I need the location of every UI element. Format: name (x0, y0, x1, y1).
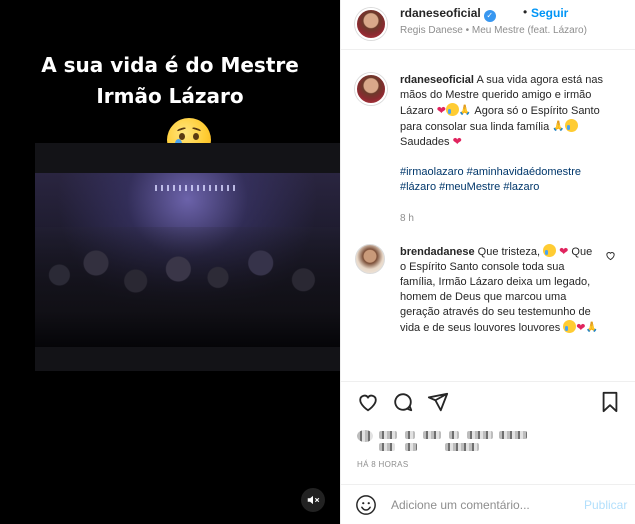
crying-face-emoji-icon (563, 320, 577, 333)
comment-bubble-icon[interactable] (392, 391, 414, 413)
post-actions: HÁ 8 HORAS Publicar (341, 381, 635, 524)
crying-face-emoji-icon (565, 119, 579, 132)
post-side-panel: rdaneseoficial ✓ • Seguir Regis Danese • … (340, 0, 635, 524)
author-avatar[interactable] (355, 8, 387, 40)
comment-text: brendadanese Que tristeza, ❤ Que o Espír… (400, 244, 600, 336)
verified-badge-icon: ✓ (483, 10, 496, 22)
mute-button[interactable] (301, 488, 325, 512)
media-caption-text: A sua vida é do Mestre Irmão Lázaro (0, 50, 340, 112)
media-caption-line-1: A sua vida é do Mestre (41, 53, 299, 77)
author-username[interactable]: rdaneseoficial ✓ (400, 6, 496, 22)
comment-text-part-1: Que tristeza, (477, 246, 541, 258)
share-paper-plane-icon[interactable] (427, 391, 449, 413)
save-bookmark-icon[interactable] (599, 391, 621, 413)
comment-input[interactable] (391, 495, 571, 515)
video-letterbox-top (35, 143, 340, 173)
author-username-text[interactable]: rdaneseoficial (400, 6, 481, 20)
speaker-muted-icon (307, 495, 320, 505)
comments-section[interactable]: rdaneseoficial A sua vida agora está nas… (341, 51, 635, 381)
comment-like-heart-icon[interactable] (605, 250, 616, 261)
emoji-smiley-icon[interactable] (355, 494, 377, 516)
video-frame[interactable] (35, 143, 340, 371)
praying-hands-icon (586, 320, 599, 335)
caption-username[interactable]: rdaneseoficial (400, 74, 474, 86)
post-header: rdaneseoficial ✓ • Seguir Regis Danese • … (341, 0, 635, 50)
red-heart-icon: ❤ (576, 322, 586, 334)
add-comment-bar: Publicar (341, 484, 635, 524)
caption-hashtags[interactable]: #irmaolazaro #aminhavidaédomestre #lázar… (400, 165, 620, 195)
caption-timestamp: 8 h (400, 213, 414, 224)
praying-hands-icon (552, 119, 565, 134)
red-heart-icon: ❤ (559, 246, 569, 258)
praying-hands-icon (459, 103, 472, 118)
concert-crowd-image (35, 173, 340, 347)
red-heart-icon: ❤ (452, 136, 462, 148)
post-media[interactable]: A sua vida é do Mestre Irmão Lázaro (0, 0, 340, 524)
audio-track-link[interactable]: Regis Danese • Meu Mestre (feat. Lázaro) (400, 25, 587, 36)
header-separator: • (523, 5, 528, 19)
caption-text-part-3: Saudades (400, 136, 450, 148)
likes-summary-pixelated[interactable] (357, 428, 557, 454)
crying-face-emoji-icon (445, 103, 459, 116)
crying-face-emoji-icon (543, 244, 557, 257)
like-heart-icon[interactable] (357, 391, 379, 413)
publish-button[interactable]: Publicar (584, 498, 627, 512)
instagram-post: A sua vida é do Mestre Irmão Lázaro rdan… (0, 0, 635, 524)
caption-author-avatar[interactable] (355, 73, 387, 105)
commenter-avatar[interactable] (355, 244, 385, 274)
caption-text: rdaneseoficial A sua vida agora está nas… (400, 73, 620, 195)
follow-button[interactable]: Seguir (531, 6, 568, 20)
comment-text-part-2: Que o Espírito Santo console toda sua fa… (400, 246, 593, 334)
commenter-username[interactable]: brendadanese (400, 246, 475, 258)
posted-time: HÁ 8 HORAS (357, 460, 409, 469)
red-heart-icon: ❤ (436, 105, 446, 117)
video-letterbox-bottom (35, 347, 340, 371)
media-caption-line-2: Irmão Lázaro (96, 84, 244, 108)
